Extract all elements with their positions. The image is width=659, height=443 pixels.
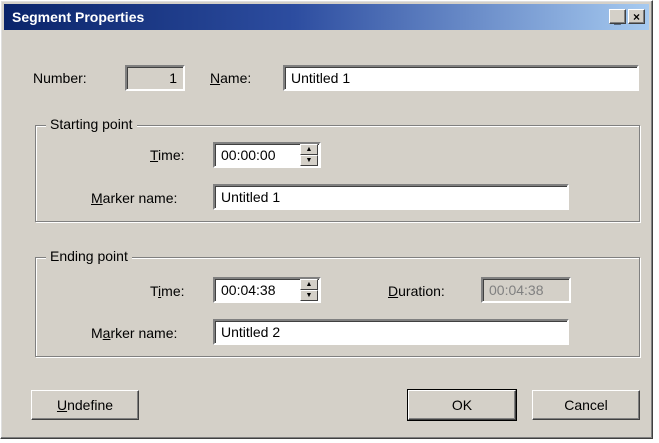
segment-properties-dialog: Segment Properties _ × Number: 1 Name: U… <box>0 0 653 439</box>
ok-button[interactable]: OK <box>407 389 517 421</box>
minimize-icon: _ <box>614 12 621 26</box>
spin-up-icon[interactable]: ▲ <box>300 279 318 290</box>
name-input[interactable]: Untitled 1 <box>283 65 639 91</box>
start-marker-input[interactable]: Untitled 1 <box>213 184 569 210</box>
start-marker-label: Marker name: <box>91 190 178 206</box>
spin-down-icon[interactable]: ▼ <box>300 290 318 301</box>
close-button[interactable]: × <box>628 9 645 24</box>
window-title: Segment Properties <box>12 9 145 25</box>
duration-field: 00:04:38 <box>481 277 571 303</box>
name-label: Name: <box>210 70 252 86</box>
number-field: 1 <box>125 65 185 91</box>
minimize-button[interactable]: _ <box>609 9 626 26</box>
starting-point-legend: Starting point <box>46 116 137 132</box>
spin-up-icon[interactable]: ▲ <box>300 144 318 155</box>
duration-label: Duration: <box>388 283 445 299</box>
start-time-spinner[interactable]: ▲ ▼ <box>300 144 318 166</box>
cancel-button[interactable]: Cancel <box>532 390 640 420</box>
end-time-spinner[interactable]: ▲ ▼ <box>300 279 318 301</box>
spin-down-icon[interactable]: ▼ <box>300 155 318 166</box>
end-marker-label: Marker name: <box>91 325 178 341</box>
ending-point-legend: Ending point <box>46 248 132 264</box>
undefine-button[interactable]: Undefine <box>31 390 139 420</box>
close-icon: × <box>632 10 640 24</box>
number-label: Number: <box>33 70 87 86</box>
end-marker-input[interactable]: Untitled 2 <box>213 319 569 345</box>
end-time-label: Time: <box>150 283 185 299</box>
start-time-label: Time: <box>150 147 185 163</box>
title-bar[interactable]: Segment Properties _ × <box>4 4 649 30</box>
